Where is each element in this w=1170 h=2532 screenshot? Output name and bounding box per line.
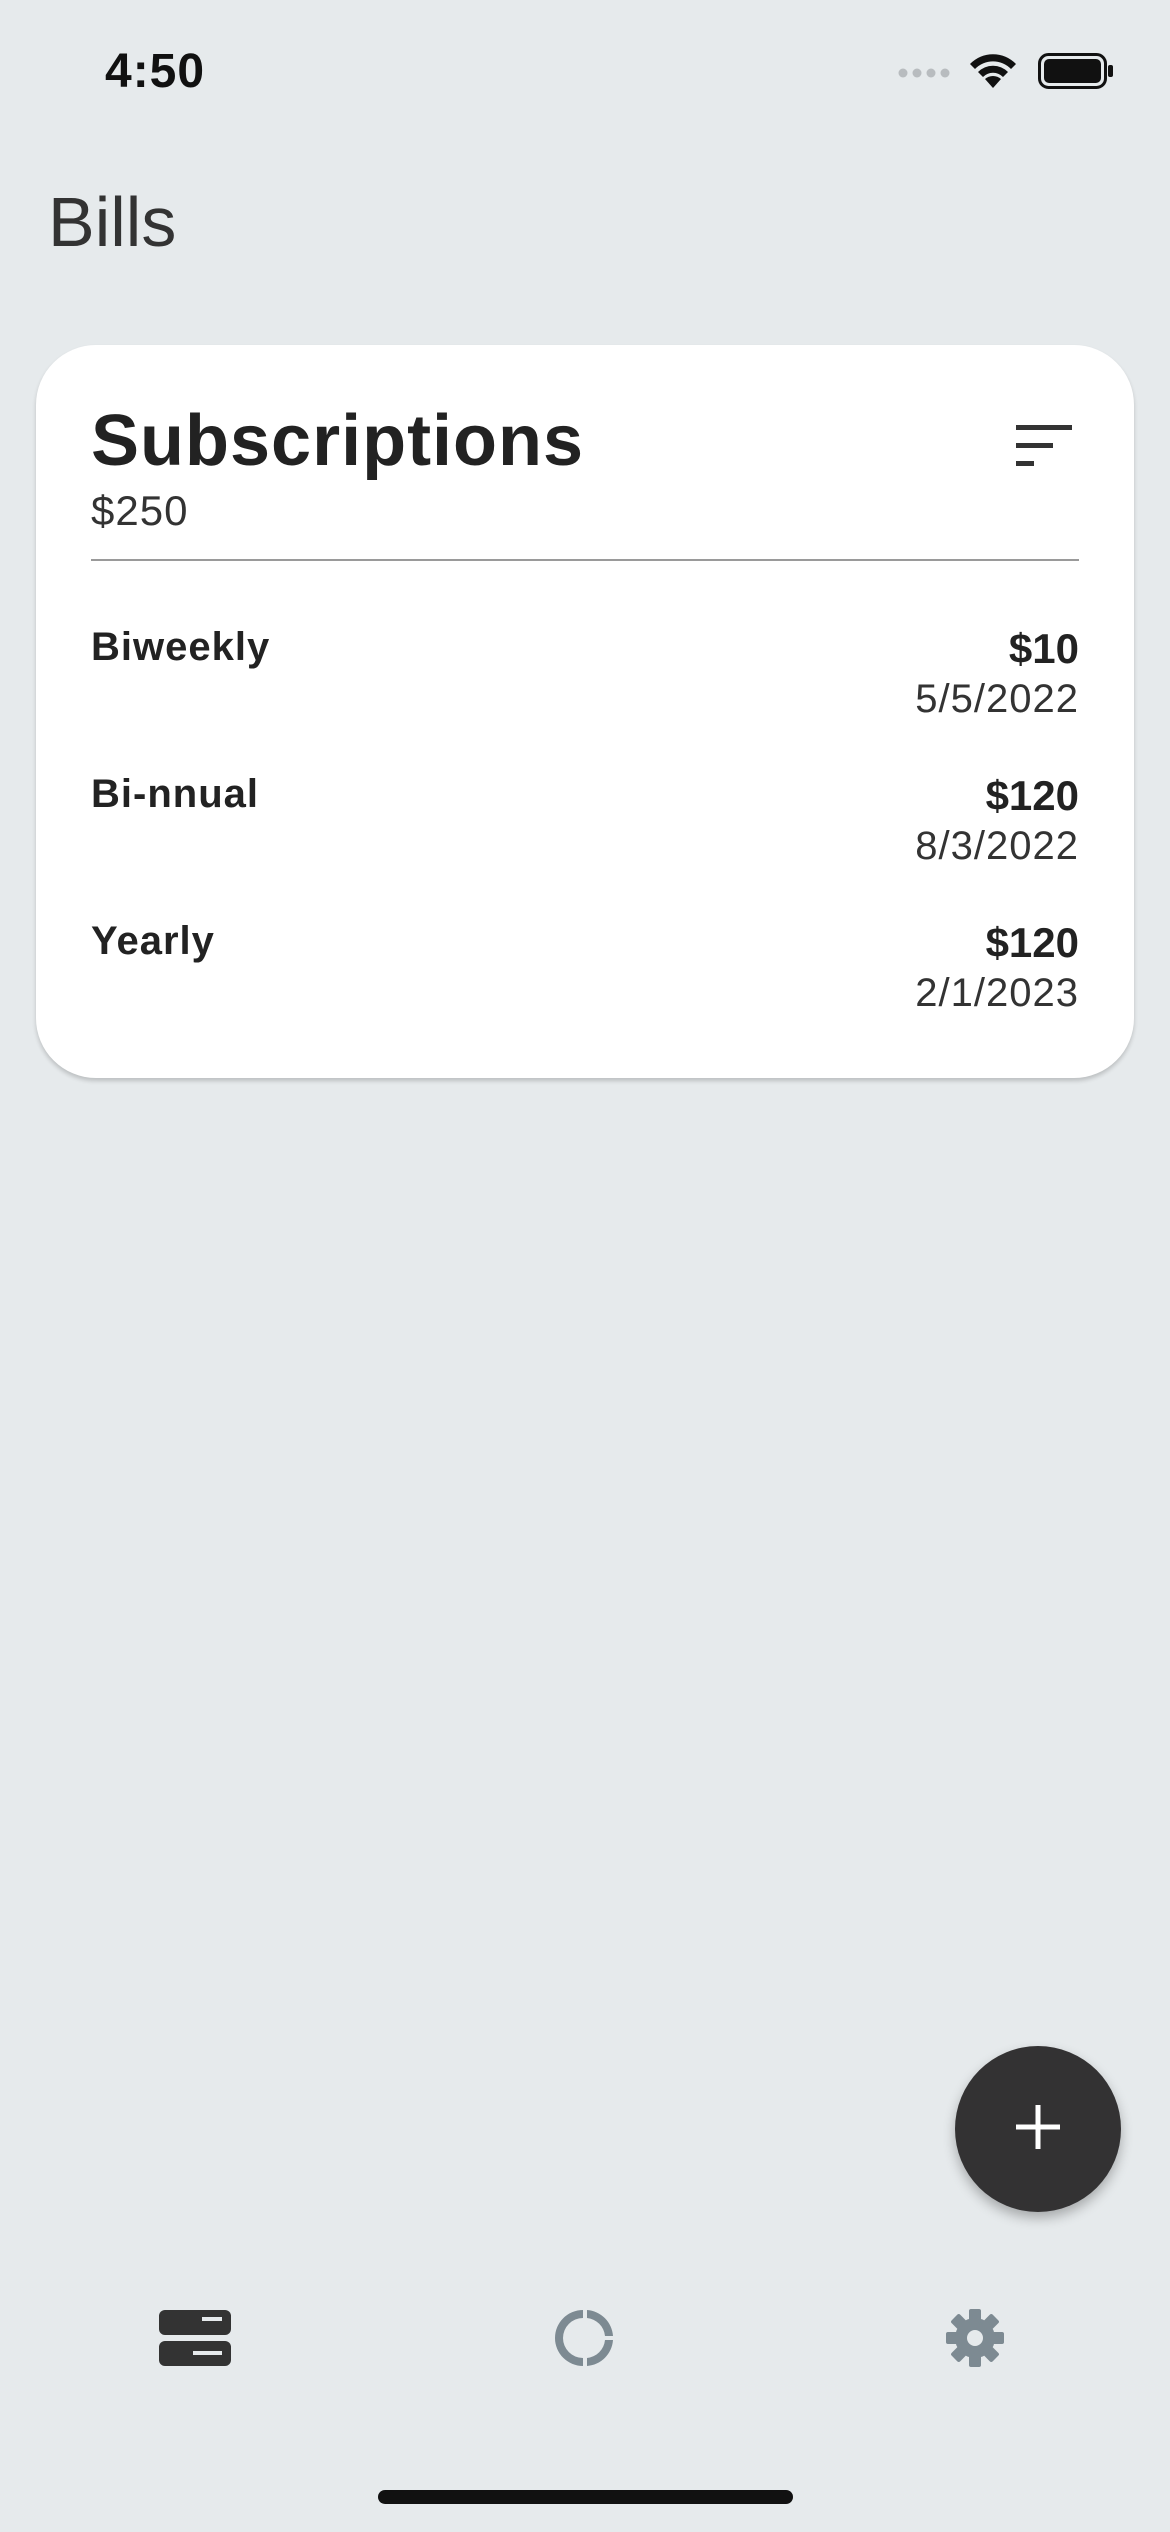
nav-item-settings[interactable] [915,2290,1035,2390]
card-divider [91,559,1079,561]
cellular-signal-icon [898,64,952,83]
bottom-nav [0,2290,1170,2410]
bill-name: Biweekly [91,625,271,669]
plus-icon [1014,2103,1062,2156]
budget-ring-icon [553,2306,617,2375]
bill-row[interactable]: Bi-nnual $120 8/3/2022 [91,772,1079,919]
sort-icon [1012,425,1082,481]
page-title: Bills [48,183,177,261]
bill-list: Biweekly $10 5/5/2022 Bi-nnual $120 8/3/… [91,625,1079,1066]
bills-icon [157,2308,233,2373]
nav-item-bills[interactable] [135,2290,255,2390]
battery-icon [1038,53,1114,94]
gear-icon [943,2306,1007,2375]
card-total: $250 [91,487,189,534]
bill-row[interactable]: Biweekly $10 5/5/2022 [91,625,1079,772]
bill-date: 5/5/2022 [915,677,1079,721]
nav-item-budget[interactable] [525,2290,645,2390]
sort-button[interactable] [1012,417,1082,477]
home-indicator[interactable] [378,2490,793,2504]
bill-date: 8/3/2022 [915,824,1079,868]
add-bill-button[interactable] [955,2046,1121,2212]
bill-name: Bi-nnual [91,772,259,816]
status-icons [898,52,1114,95]
bill-name: Yearly [91,919,215,963]
status-bar: 4:50 [0,0,1170,150]
bill-row[interactable]: Yearly $120 2/1/2023 [91,919,1079,1066]
bill-amount: $120 [985,772,1079,819]
bill-amount: $120 [985,919,1079,966]
status-time: 4:50 [105,45,206,98]
subscriptions-card: Subscriptions $250 Biweekly $10 5/5/2022… [36,345,1134,1078]
bill-date: 2/1/2023 [915,971,1079,1015]
bill-amount: $10 [1008,625,1079,672]
wifi-icon [968,52,1018,95]
card-title: Subscriptions [91,401,585,481]
